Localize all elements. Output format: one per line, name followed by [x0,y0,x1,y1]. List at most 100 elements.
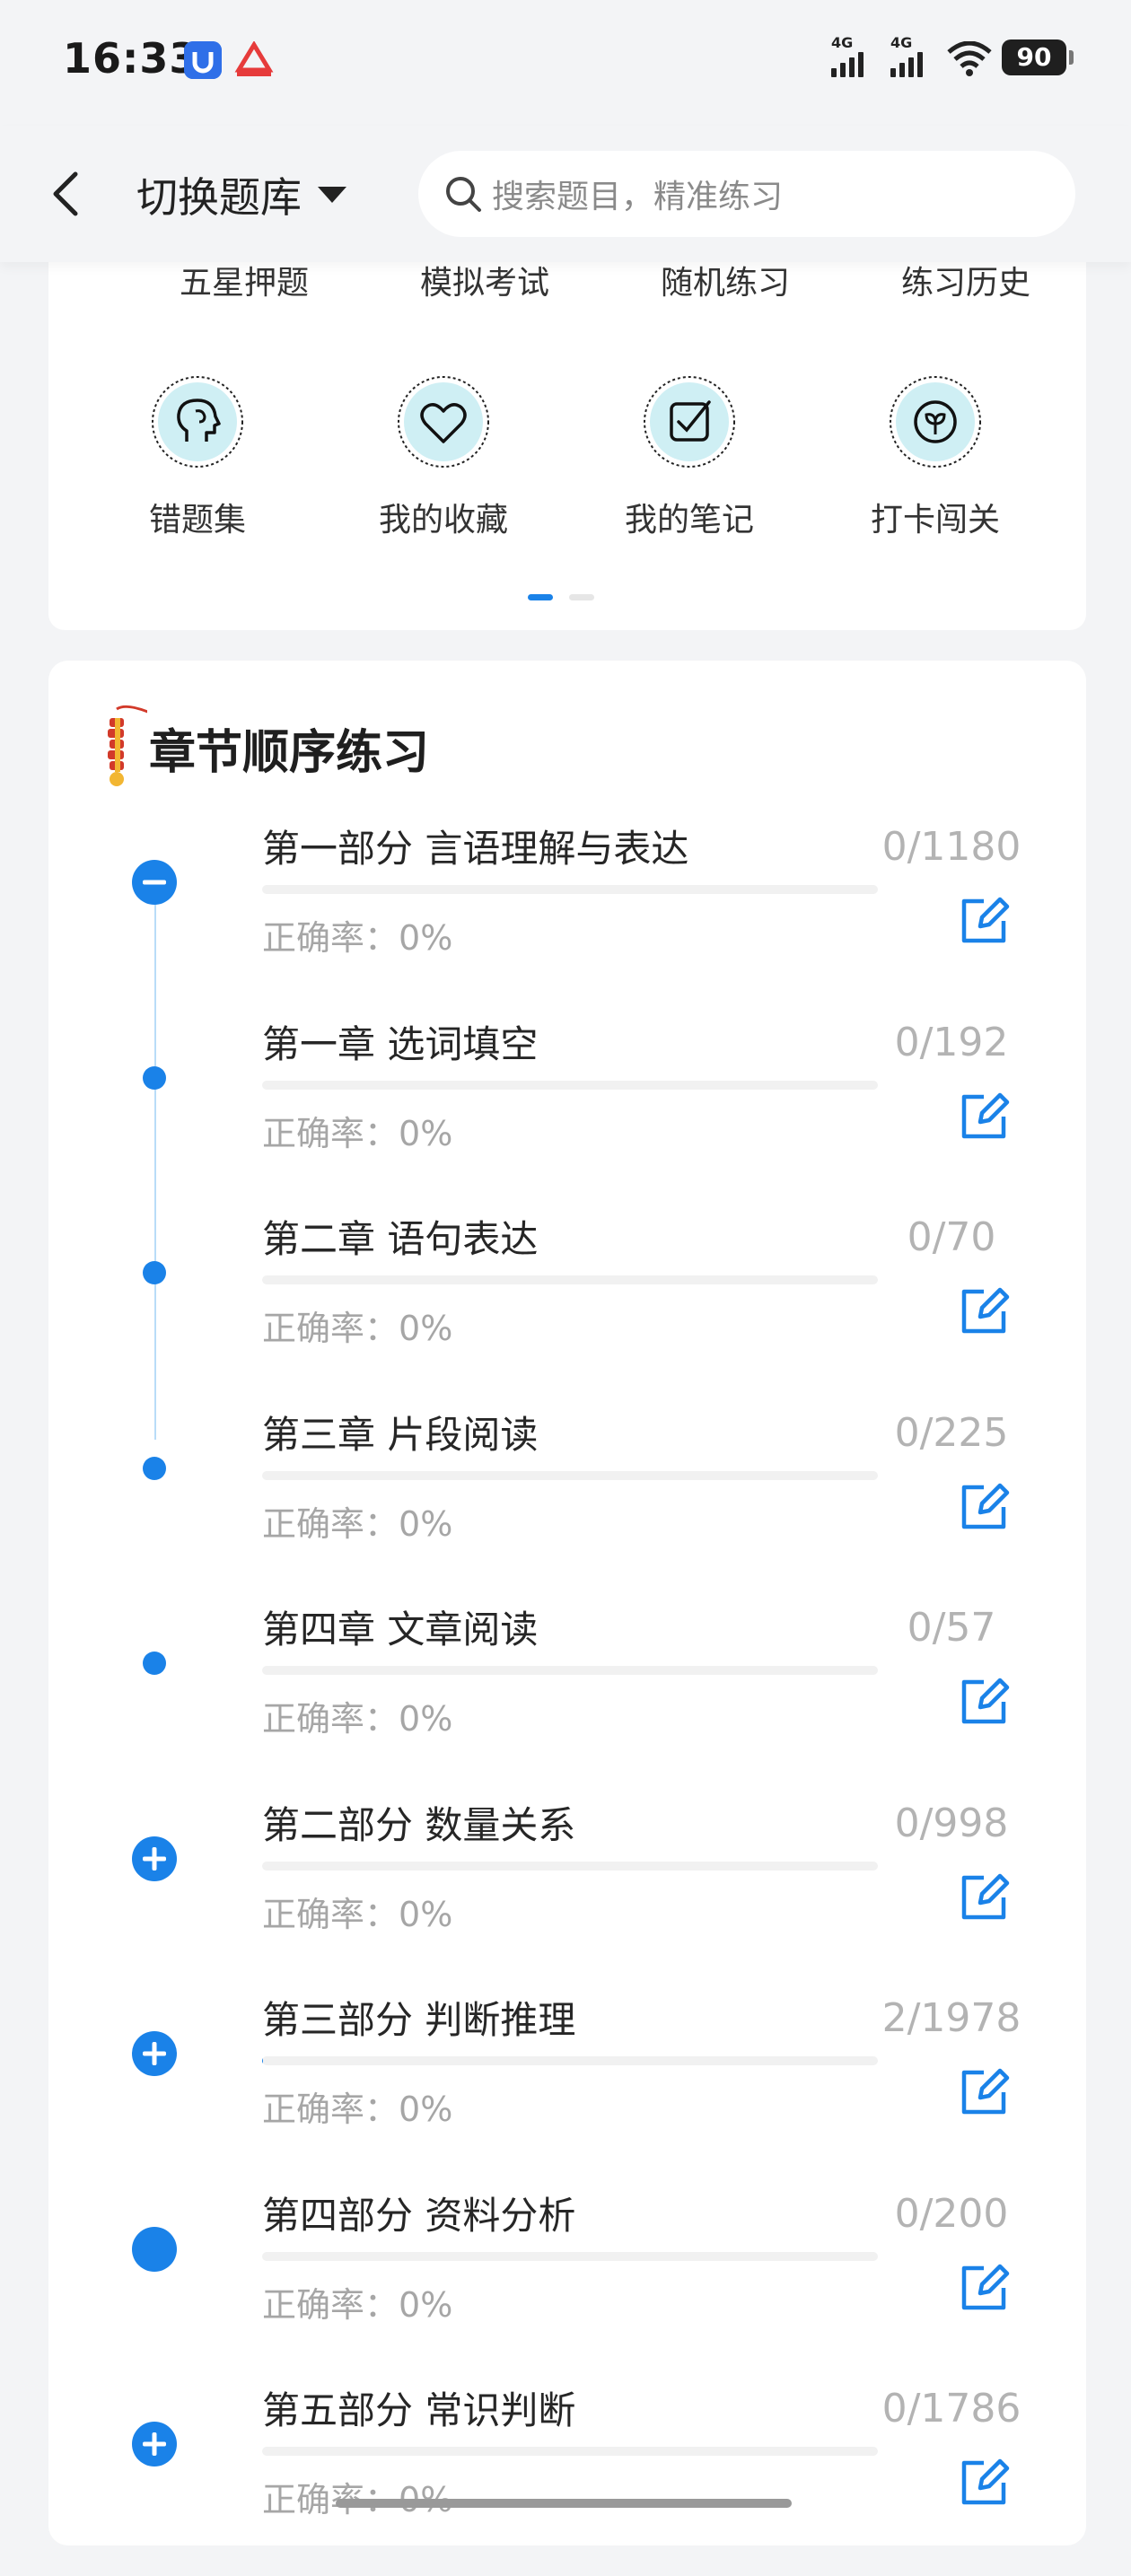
tool-mock-exam[interactable]: 模拟考试 [364,257,605,303]
accuracy-value: 0% [399,2284,453,2325]
progress-bar [262,1080,878,1090]
accuracy-label: 正确率： [262,1503,399,1544]
switch-question-bank-label: 切换题库 [136,173,302,222]
chapter-row[interactable]: 第五部分 常识判断正确率：0% 0/1786 [48,2380,1086,2576]
tool-wrong-questions[interactable]: 错题集 [108,375,287,540]
progress-bar [262,1470,878,1480]
collapse-icon[interactable] [132,860,177,905]
wifi-icon [946,40,993,81]
timeline-dot [143,1456,166,1480]
edit-icon[interactable] [957,1871,1011,1924]
progress-bar [262,2251,878,2261]
home-indicator[interactable] [336,2499,792,2508]
chapter-name: 第四部分 资料分析 [262,2193,576,2238]
chapter-row[interactable]: 第三章 片段阅读 正确率：0% 0/225 [48,1405,1086,1600]
accuracy-value: 0% [399,1699,453,1739]
search-input[interactable]: 搜索题目，精准练习 [418,151,1075,237]
tool-notes[interactable]: 我的笔记 [600,375,779,540]
accuracy-label: 正确率： [262,1113,399,1153]
chapter-name: 第二部分 数量关系 [262,1802,576,1847]
edit-icon[interactable] [957,894,1011,948]
quick-tools-card: 五星押题 模拟考试 随机练习 练习历史 错题集 我的收藏 我的笔记 打卡闯关 [48,235,1086,630]
accuracy-text: 正确率：0% [262,910,452,959]
tool-check-in[interactable]: 打卡闯关 [846,375,1025,540]
progress-bar [262,885,878,894]
chapter-row[interactable]: 第一章 选词填空正确率：0% 0/192 [48,1014,1086,1210]
chapter-name: 第三部分 判断推理 [262,1998,576,2042]
tool-random-practice[interactable]: 随机练习 [605,257,846,303]
accuracy-value: 0% [399,1894,453,1934]
edit-icon[interactable] [957,2261,1011,2315]
caret-down-icon [318,187,346,203]
edit-icon[interactable] [957,1090,1011,1143]
accuracy-label: 正确率： [262,918,399,958]
accuracy-value: 0% [399,1503,453,1544]
back-button[interactable] [47,162,101,226]
accuracy-text: 正确率：0% [262,1691,452,1740]
question-count: 0/70 [907,1214,996,1260]
edit-icon[interactable] [957,1284,1011,1338]
accuracy-text: 正确率：0% [262,2081,452,2131]
question-count: 0/200 [894,2190,1009,2237]
chapter-row[interactable]: 第一部分 言语理解与表达正确率：0% 0/1180 [48,819,1086,1014]
expand-icon[interactable] [132,1836,177,1881]
chapter-name: 第一部分 言语理解与表达 [262,827,689,871]
chapter-row[interactable]: 第二部分 数量关系 正确率：0% 0/998 [48,1795,1086,1991]
app-notification-icon [184,41,222,79]
progress-bar [262,1666,878,1675]
edit-icon[interactable] [957,1480,1011,1534]
chevron-left-icon [53,171,78,216]
chapter-row[interactable]: 第三部分 判断推理 正确率：0% 2/1978 [48,1990,1086,2186]
accuracy-text: 正确率：0% [262,2472,452,2521]
timeline-dot [143,1652,166,1675]
progress-bar [262,2056,878,2065]
accuracy-text: 正确率：0% [262,1496,452,1546]
question-count: 0/1786 [881,2386,1021,2431]
progress-bar [262,1275,878,1284]
question-count: 0/1180 [881,824,1021,870]
question-count: 0/192 [894,1019,1009,1065]
page-dot-active [528,594,553,600]
accuracy-label: 正确率： [262,2284,399,2325]
tool-practice-history[interactable]: 练习历史 [846,257,1086,303]
accuracy-text: 正确率：0% [262,2277,452,2326]
firecracker-icon [108,705,147,786]
chapter-row[interactable]: 第二章 语句表达正确率：0% 0/70 [48,1209,1086,1405]
page-indicator [528,594,594,600]
accuracy-text: 正确率：0% [262,1887,452,1936]
chapter-name: 第一章 选词填空 [262,1021,539,1066]
app-notification-icon-2 [233,40,274,79]
edit-icon[interactable] [957,2456,1011,2510]
timeline-dot [143,1065,166,1090]
question-count: 0/57 [907,1605,996,1651]
question-count: 0/225 [894,1409,1009,1456]
progress-bar [262,1861,878,1871]
search-placeholder: 搜索题目，精准练习 [492,179,784,215]
edit-icon[interactable] [957,2065,1011,2119]
search-icon [446,177,481,212]
accuracy-text: 正确率：0% [262,1106,452,1155]
chapter-practice-card: 章节顺序练习 第一部分 言语理解与表达 正确率：0% 0/1180 第一章 选词填空正… [48,661,1086,2545]
accuracy-label: 正确率： [262,1894,399,1934]
accuracy-label: 正确率： [262,2090,399,2129]
section-title: 章节顺序练习 [149,726,430,780]
accuracy-value: 0% [399,2090,453,2129]
progress-bar [262,2447,878,2456]
edit-icon[interactable] [957,1675,1011,1729]
tool-favorites[interactable]: 我的收藏 [354,375,533,540]
head-icon [152,376,243,468]
accuracy-text: 正确率：0% [262,1301,452,1350]
tool-five-star[interactable]: 五星押题 [124,257,364,303]
expand-icon[interactable] [132,2031,177,2076]
chapter-row[interactable]: 第四部分 资料分析正确率：0% 0/200 [48,2186,1086,2381]
timeline-dot [143,1261,166,1284]
switch-question-bank-button[interactable]: 切换题库 [136,165,346,224]
chapter-row[interactable]: 第四章 文章阅读 正确率：0% 0/57 [48,1599,1086,1795]
accuracy-label: 正确率： [262,1699,399,1739]
battery-indicator: 90 [1002,39,1074,75]
page-dot [569,594,594,600]
sprout-icon [890,376,981,468]
chapter-name: 第五部分 常识判断 [262,2388,576,2432]
expand-icon[interactable] [132,2422,177,2466]
chapter-name: 第二章 语句表达 [262,1217,539,1261]
